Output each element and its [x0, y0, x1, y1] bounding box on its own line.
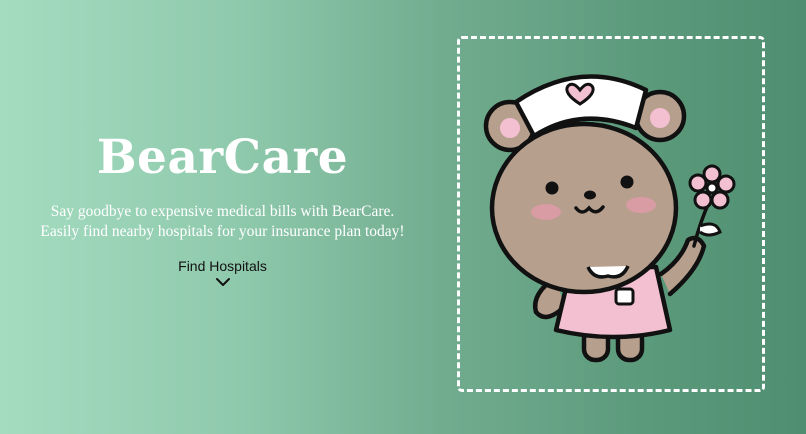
page-title: BearCare — [96, 130, 349, 185]
tagline-line-2: Easily find nearby hospitals for your in… — [40, 223, 405, 240]
tagline-line-1: Say goodbye to expensive medical bills w… — [50, 203, 395, 220]
hero-tagline: Say goodbye to expensive medical bills w… — [30, 202, 415, 242]
find-hospitals-button[interactable]: Find Hospitals — [160, 256, 285, 296]
chevron-down-icon — [215, 278, 230, 286]
hero-section: BearCare Say goodbye to expensive medica… — [30, 0, 415, 434]
find-hospitals-label: Find Hospitals — [178, 258, 267, 274]
nurse-bear-icon — [483, 74, 736, 363]
